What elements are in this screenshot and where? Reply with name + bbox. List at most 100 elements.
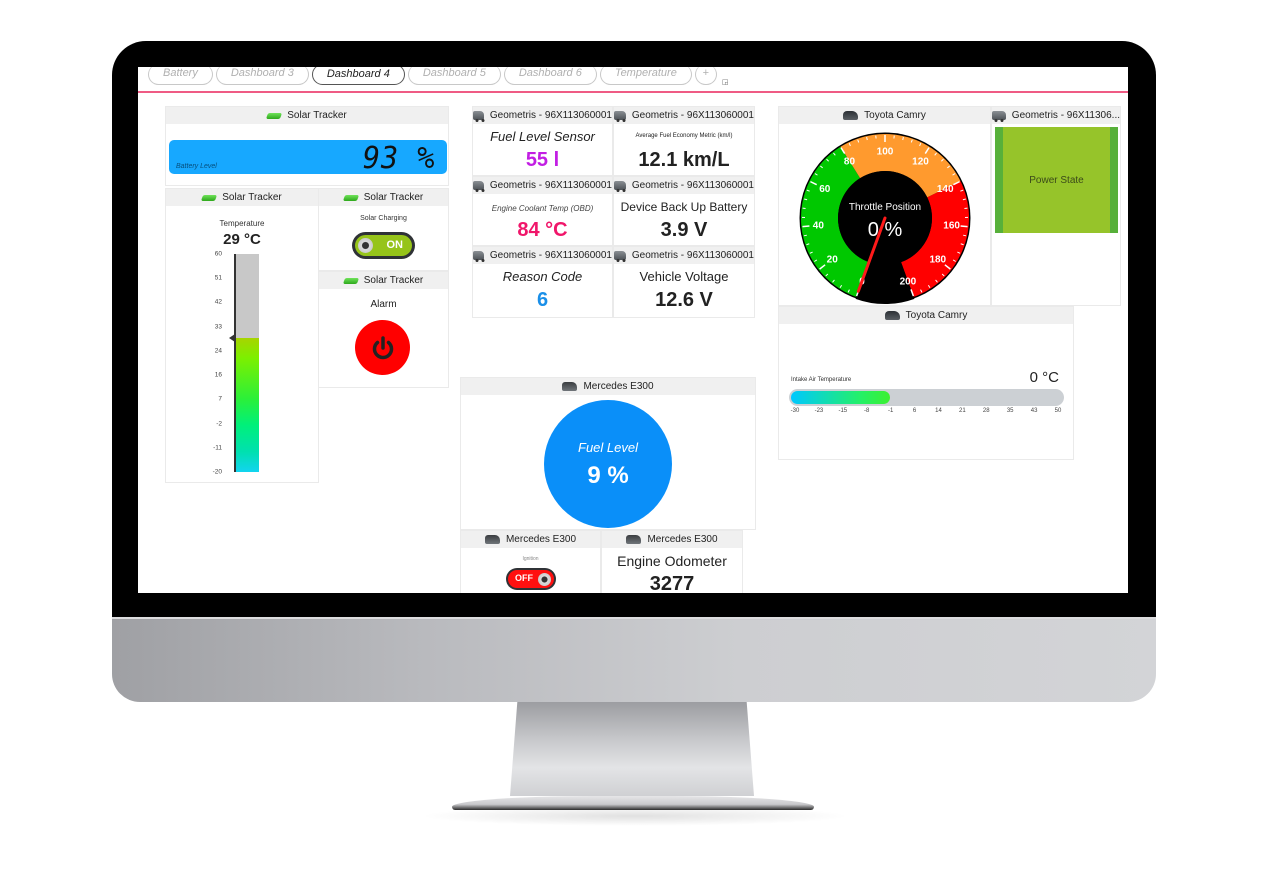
temperature-value: 29 °C bbox=[223, 231, 261, 248]
fuel-level-circle: Fuel Level 9 % bbox=[544, 400, 672, 528]
intake-air-temp-widget: Toyota Camry Intake Air Temperature 0 °C… bbox=[778, 306, 1074, 460]
thermometer-tick-label: -11 bbox=[213, 444, 222, 452]
gauge-tick bbox=[963, 234, 967, 237]
thermometer-track bbox=[229, 254, 259, 472]
tab-dashboard-5[interactable]: Dashboard 5 bbox=[407, 67, 501, 85]
fuel-level-sensor-widget: Geometris - 96X113060001 Fuel Level Sens… bbox=[472, 106, 613, 176]
thermometer-tick-label: 7 bbox=[218, 395, 222, 403]
ignition-label: Ignition bbox=[522, 556, 539, 562]
sedan-icon bbox=[562, 382, 578, 391]
add-tab-button[interactable]: + bbox=[694, 67, 717, 85]
resize-icon[interactable]: ◲ bbox=[722, 78, 729, 86]
widget-header: Geometris - 96X113060001 bbox=[631, 180, 754, 191]
thermometer-tick-label: 51 bbox=[214, 274, 222, 282]
battery-icon bbox=[342, 194, 359, 201]
thermometer-scale: 60 51 42 33 24 16 7 -2 -11 -20 bbox=[202, 251, 222, 476]
toggle-knob bbox=[358, 238, 373, 253]
fuel-economy-widget: Geometris - 96X113060001 Average Fuel Ec… bbox=[613, 106, 755, 176]
car-icon bbox=[884, 311, 900, 320]
widget-header: Toyota Camry bbox=[864, 110, 926, 121]
widget-header: Mercedes E300 bbox=[583, 381, 654, 392]
power-state-label: Power State bbox=[1029, 174, 1084, 186]
toggle-knob bbox=[538, 572, 551, 586]
odometer-widget: Mercedes E300 Engine Odometer 3277 bbox=[601, 530, 743, 593]
intake-air-tick-label: 14 bbox=[935, 408, 942, 414]
tab-dashboard-4[interactable]: Dashboard 4 bbox=[311, 67, 405, 85]
fuel-level-value: 9 % bbox=[587, 462, 629, 489]
tab-dashboard-6[interactable]: Dashboard 6 bbox=[503, 67, 597, 85]
coolant-temp-widget: Geometris - 96X113060001 Engine Coolant … bbox=[472, 176, 613, 246]
truck-icon bbox=[473, 111, 485, 122]
truck-icon bbox=[473, 251, 485, 262]
battery-level-widget: Solar Tracker Battery Level 93 % bbox=[165, 106, 449, 186]
gauge-tick-label: 140 bbox=[937, 184, 954, 195]
gauge-tick-label: 200 bbox=[900, 276, 917, 287]
widget-header: Solar Tracker bbox=[363, 192, 424, 203]
temperature-widget: Solar Tracker Temperature 29 °C 60 51 42 33… bbox=[165, 188, 319, 483]
intake-air-tick-label: 35 bbox=[1006, 408, 1014, 414]
widget-header: Geometris - 96X11306... bbox=[1011, 110, 1120, 121]
gauge-tick-label: 120 bbox=[912, 157, 929, 168]
thermometer-tick-label: 24 bbox=[214, 347, 222, 355]
reason-code-label: Reason Code bbox=[502, 269, 583, 284]
coolant-temp-label: Engine Coolant Temp (OBD) bbox=[491, 204, 594, 213]
tab-battery[interactable]: Battery bbox=[148, 67, 213, 85]
truck-icon bbox=[614, 251, 626, 262]
gauge-tick bbox=[962, 198, 966, 201]
widget-header: Solar Tracker bbox=[363, 275, 424, 286]
intake-air-tick-label: 43 bbox=[1030, 408, 1038, 414]
battery-lcd-display: Battery Level 93 % bbox=[169, 140, 447, 176]
odometer-value: 3277 bbox=[649, 573, 695, 593]
gauge-tick-label: 20 bbox=[827, 255, 839, 266]
thermometer-fill bbox=[236, 338, 259, 472]
intake-air-tick-label: -1 bbox=[887, 408, 894, 414]
thermometer-tick-label: 33 bbox=[214, 323, 222, 331]
intake-air-scale: -30 -23 -15 -8 -1 6 14 21 28 35 43 50 bbox=[789, 408, 1064, 418]
widget-header: Geometris - 96X113060001 bbox=[489, 110, 612, 121]
widget-header: Geometris - 96X113060001 bbox=[489, 180, 612, 191]
gauge-tick-label: 100 bbox=[877, 147, 894, 158]
intake-air-tick-label: 6 bbox=[912, 408, 917, 414]
fuel-level-widget: Mercedes E300 Fuel Level 9 % bbox=[460, 377, 756, 530]
fuel-economy-value: 12.1 km/L bbox=[638, 149, 730, 171]
thermometer-tick-label: 16 bbox=[214, 371, 222, 379]
power-icon bbox=[372, 335, 393, 359]
gauge-tick bbox=[902, 136, 904, 141]
solar-charging-widget: Solar Tracker Solar Charging ON bbox=[318, 188, 449, 271]
vehicle-voltage-widget: Geometris - 96X113060001 Vehicle Voltage… bbox=[613, 246, 755, 318]
reason-code-widget: Geometris - 96X113060001 Reason Code 6 bbox=[472, 246, 613, 318]
widget-header: Solar Tracker bbox=[287, 110, 347, 121]
throttle-gauge: 020406080100120140160180200Throttle Posi… bbox=[799, 132, 971, 304]
widget-header: Mercedes E300 bbox=[505, 534, 577, 545]
battery-icon bbox=[201, 194, 218, 201]
tab-temperature[interactable]: Temperature bbox=[599, 67, 692, 85]
gauge-tick bbox=[804, 198, 808, 201]
gauge-tick-label: 60 bbox=[819, 184, 831, 195]
monitor-stand-foot bbox=[452, 796, 814, 810]
monitor-stand-neck bbox=[510, 702, 754, 796]
vehicle-voltage-value: 12.6 V bbox=[655, 289, 713, 311]
truck-icon bbox=[473, 181, 485, 192]
gauge-tick-label: 160 bbox=[943, 221, 960, 232]
battery-icon bbox=[342, 277, 359, 284]
battery-level-value: 93 % bbox=[362, 141, 436, 176]
vehicle-voltage-label: Vehicle Voltage bbox=[639, 269, 729, 284]
widget-header: Geometris - 96X113060001 bbox=[489, 250, 612, 261]
backup-battery-label: Device Back Up Battery bbox=[620, 200, 748, 214]
intake-air-tick-label: -30 bbox=[790, 408, 800, 414]
solar-charging-toggle[interactable]: ON bbox=[352, 232, 415, 259]
temperature-label: Temperature bbox=[219, 219, 265, 228]
widget-header: Mercedes E300 bbox=[647, 534, 718, 545]
sedan-icon bbox=[484, 535, 500, 544]
dashboard-screen: Battery Dashboard 3 Dashboard 4 Dashboar… bbox=[138, 67, 1128, 593]
sedan-icon bbox=[626, 535, 642, 544]
gauge-tick-label: 180 bbox=[929, 255, 946, 266]
widget-header: Geometris - 96X113060001 bbox=[631, 110, 754, 121]
fuel-level-sensor-value: 55 l bbox=[525, 149, 560, 171]
ignition-toggle[interactable]: OFF bbox=[506, 568, 556, 590]
gauge-tick bbox=[866, 136, 868, 141]
alarm-button[interactable] bbox=[355, 320, 410, 375]
tab-dashboard-3[interactable]: Dashboard 3 bbox=[215, 67, 309, 85]
coolant-temp-value: 84 °C bbox=[517, 219, 568, 241]
alarm-widget: Solar Tracker Alarm bbox=[318, 271, 449, 388]
